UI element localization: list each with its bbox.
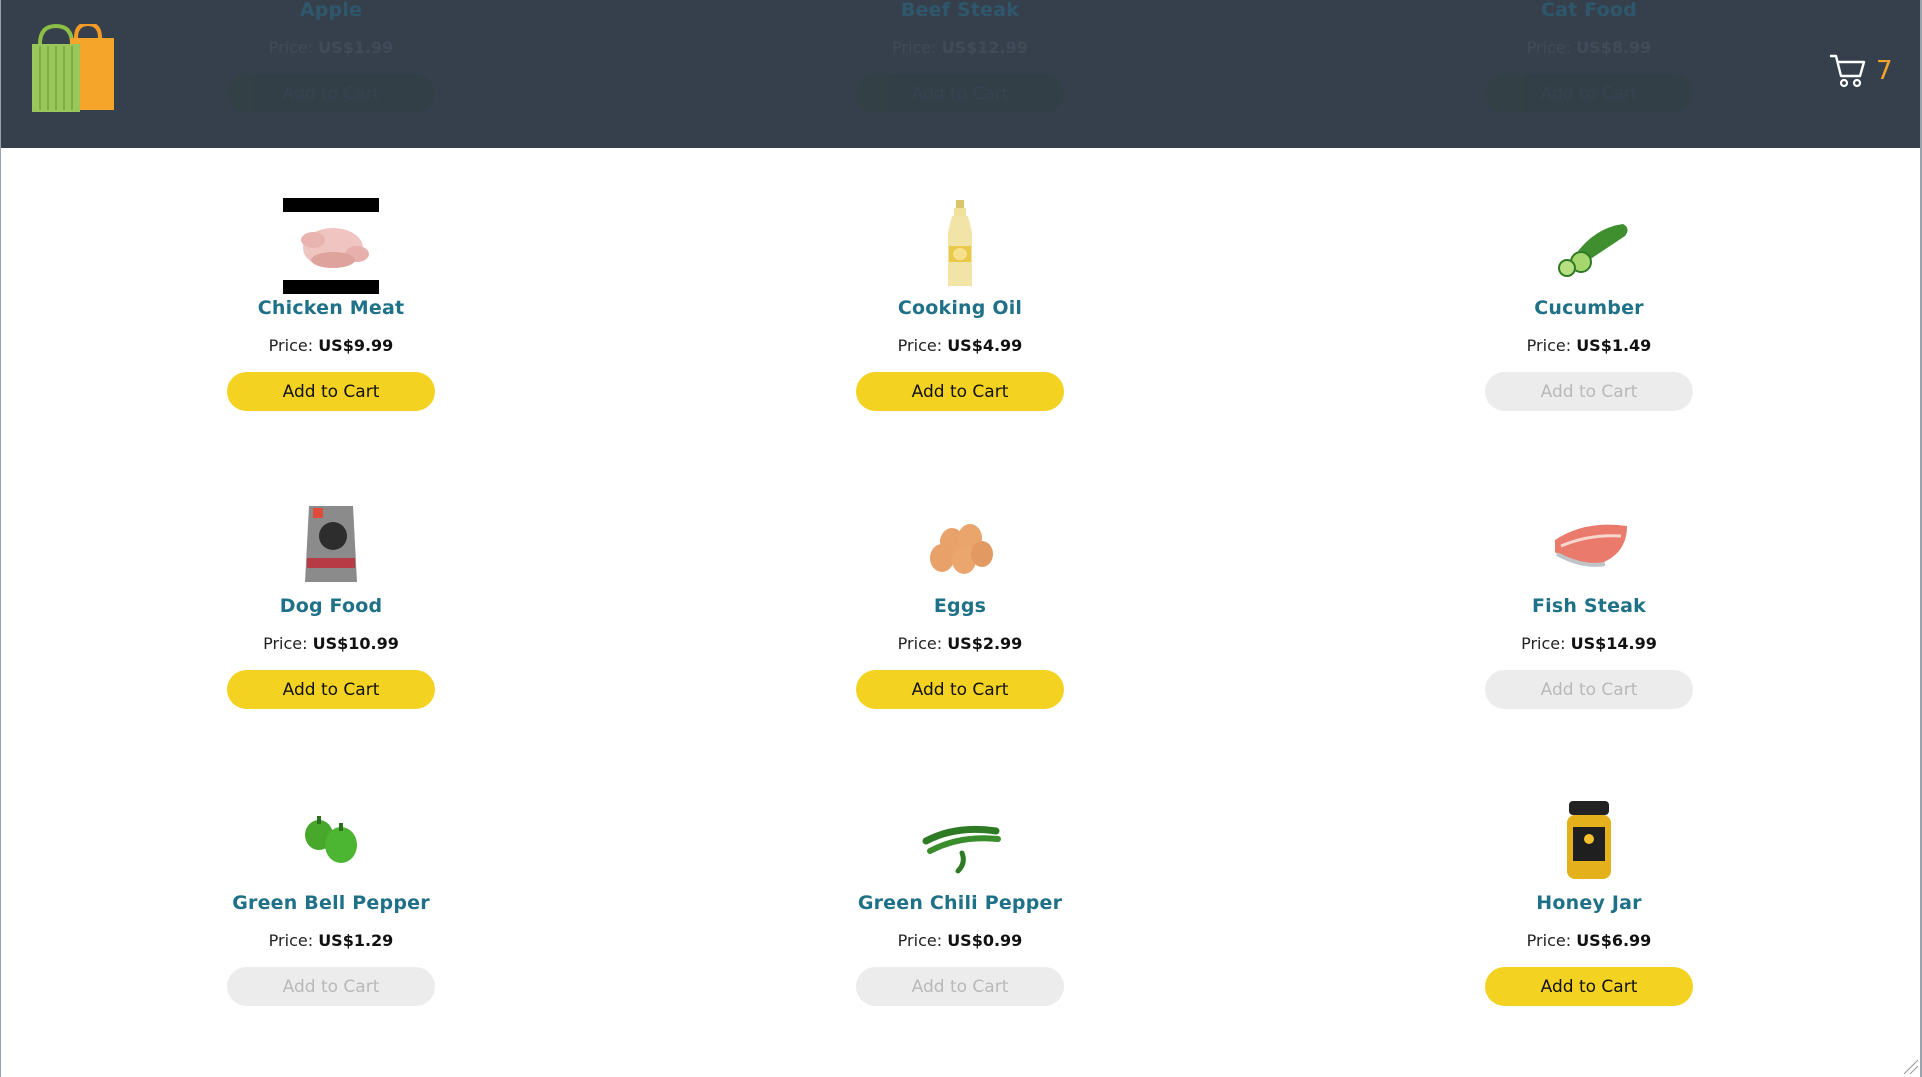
product-price: Price: US$9.99 xyxy=(121,336,541,356)
price-label: Price: xyxy=(892,38,937,57)
product-price: Price: US$12.99 xyxy=(750,38,1170,58)
price-label: Price: xyxy=(1521,634,1566,653)
chili-pepper-icon xyxy=(922,825,1001,874)
product-card-green-bell-pepper: Green Bell Pepper Price: US$1.29 Add to … xyxy=(121,793,541,1033)
product-price: Price: US$14.99 xyxy=(1379,634,1799,654)
product-card-green-chili-pepper: Green Chili Pepper Price: US$0.99 Add to… xyxy=(750,793,1170,1033)
add-to-cart-button[interactable]: Add to Cart xyxy=(1485,670,1693,709)
window-left-border xyxy=(0,0,1,1077)
price-value: US$4.99 xyxy=(947,336,1023,355)
product-price: Price: US$0.99 xyxy=(750,931,1170,951)
resize-grip-icon[interactable] xyxy=(1902,1058,1918,1074)
product-name: Green Chili Pepper xyxy=(857,892,1063,914)
product-price: Price: US$1.99 xyxy=(121,38,541,58)
price-value: US$12.99 xyxy=(941,38,1028,57)
product-name: Fish Steak xyxy=(1531,595,1647,617)
price-value: US$10.99 xyxy=(312,634,399,653)
top-navbar: Apple Price: US$1.99 Add to Cart Beef St… xyxy=(0,0,1922,148)
add-to-cart-button[interactable]: Add to Cart xyxy=(227,967,435,1006)
price-value: US$6.99 xyxy=(1576,931,1652,950)
add-to-cart-button[interactable]: Add to Cart xyxy=(1485,74,1693,113)
price-label: Price: xyxy=(1526,38,1572,57)
price-value: US$1.29 xyxy=(318,931,394,950)
add-to-cart-button[interactable]: Add to Cart xyxy=(227,372,435,411)
product-price: Price: US$1.29 xyxy=(121,931,541,951)
price-label: Price: xyxy=(268,38,314,57)
honey-jar-icon xyxy=(1567,801,1611,879)
raw-chicken-icon xyxy=(283,198,379,294)
cart-button[interactable]: 7 xyxy=(1829,52,1922,92)
product-card-chicken-meat: Chicken Meat Price: US$9.99 Add to Cart xyxy=(121,198,541,438)
product-price: Price: US$2.99 xyxy=(750,634,1170,654)
shop-page: Chicken Meat Price: US$9.99 Add to Cart … xyxy=(0,0,1922,1077)
price-label: Price: xyxy=(897,931,943,950)
shopping-bags-icon[interactable] xyxy=(28,24,120,114)
add-to-cart-button[interactable]: Add to Cart xyxy=(1485,372,1693,411)
price-value: US$2.99 xyxy=(947,634,1023,653)
price-label: Price: xyxy=(268,931,314,950)
product-name: Apple xyxy=(299,0,363,21)
product-name: Cooking Oil xyxy=(897,297,1023,319)
product-name: Beef Steak xyxy=(900,0,1020,21)
add-to-cart-button[interactable]: Add to Cart xyxy=(856,372,1064,411)
price-value: US$9.99 xyxy=(318,336,394,355)
add-to-cart-button[interactable]: Add to Cart xyxy=(227,74,435,113)
price-label: Price: xyxy=(268,336,314,355)
add-to-cart-button[interactable]: Add to Cart xyxy=(856,74,1064,113)
cucumber-icon xyxy=(1558,224,1628,277)
price-value: US$0.99 xyxy=(947,931,1023,950)
eggs-icon xyxy=(930,524,993,574)
product-name: Green Bell Pepper xyxy=(232,892,430,914)
product-card-cat-food: Cat Food Price: US$8.99 Add to Cart xyxy=(1379,0,1799,140)
price-label: Price: xyxy=(897,336,943,355)
price-label: Price: xyxy=(897,634,943,653)
oil-bottle-icon xyxy=(948,200,972,286)
product-name: Honey Jar xyxy=(1536,892,1642,914)
price-value: US$1.99 xyxy=(318,38,394,57)
product-price: Price: US$6.99 xyxy=(1379,931,1799,951)
product-name: Dog Food xyxy=(279,595,383,617)
product-card-cucumber: Cucumber Price: US$1.49 Add to Cart xyxy=(1379,198,1799,438)
product-name: Cat Food xyxy=(1541,0,1637,21)
shopping-cart-icon xyxy=(1830,54,1866,88)
add-to-cart-button[interactable]: Add to Cart xyxy=(856,967,1064,1006)
product-price: Price: US$4.99 xyxy=(750,336,1170,356)
price-label: Price: xyxy=(263,634,308,653)
product-card-cooking-oil: Cooking Oil Price: US$4.99 Add to Cart xyxy=(750,198,1170,438)
price-label: Price: xyxy=(1526,931,1572,950)
product-card-dog-food: Dog Food Price: US$10.99 Add to Cart xyxy=(121,496,541,736)
product-card-apple: Apple Price: US$1.99 Add to Cart xyxy=(121,0,541,140)
price-value: US$8.99 xyxy=(1576,38,1652,57)
product-price: Price: US$1.49 xyxy=(1379,336,1799,356)
cart-count-badge: 7 xyxy=(1876,56,1893,86)
fish-steak-icon xyxy=(1555,524,1627,567)
product-price: Price: US$8.99 xyxy=(1379,38,1799,58)
product-card-fish-steak: Fish Steak Price: US$14.99 Add to Cart xyxy=(1379,496,1799,736)
product-card-honey-jar: Honey Jar Price: US$6.99 Add to Cart xyxy=(1379,793,1799,1033)
add-to-cart-button[interactable]: Add to Cart xyxy=(227,670,435,709)
price-value: US$1.49 xyxy=(1576,336,1652,355)
product-price: Price: US$10.99 xyxy=(121,634,541,654)
price-label: Price: xyxy=(1526,336,1572,355)
price-value: US$14.99 xyxy=(1570,634,1657,653)
product-card-beef-steak: Beef Steak Price: US$12.99 Add to Cart xyxy=(750,0,1170,140)
add-to-cart-button[interactable]: Add to Cart xyxy=(856,670,1064,709)
product-name: Eggs xyxy=(933,595,987,617)
dog-food-bag-icon xyxy=(305,506,357,582)
product-name: Chicken Meat xyxy=(257,297,405,319)
product-card-eggs: Eggs Price: US$2.99 Add to Cart xyxy=(750,496,1170,736)
add-to-cart-button[interactable]: Add to Cart xyxy=(1485,967,1693,1006)
product-name: Cucumber xyxy=(1534,297,1644,319)
bell-pepper-icon xyxy=(305,816,357,863)
